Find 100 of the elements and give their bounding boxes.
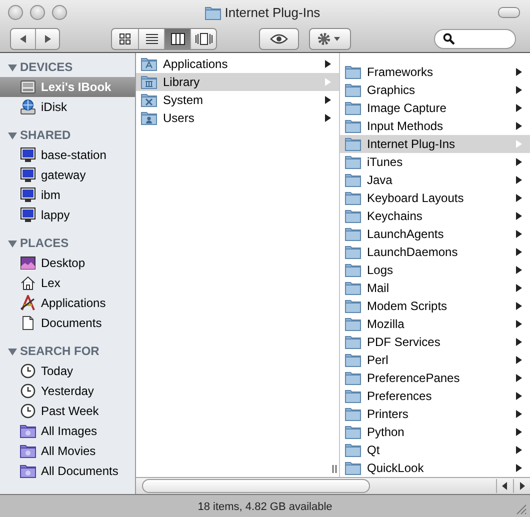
monitor-icon [20, 207, 36, 223]
folder-row[interactable]: PDF Services [340, 333, 530, 351]
folder-icon [345, 173, 361, 187]
folder-row[interactable]: Mozilla [340, 315, 530, 333]
sidebar-item[interactable]: Documents [0, 313, 135, 333]
quick-look-button[interactable] [259, 28, 299, 50]
folder-row[interactable]: Input Methods [340, 117, 530, 135]
folder-row[interactable]: LaunchAgents [340, 225, 530, 243]
sidebar-item[interactable]: Past Week [0, 401, 135, 421]
sidebar-item[interactable]: base-station [0, 145, 135, 165]
column-view-button[interactable] [164, 28, 190, 48]
cover-flow-icon [194, 32, 212, 44]
pencil-ruler-icon [20, 295, 36, 311]
chevron-right-icon [516, 284, 522, 292]
folder-icon [204, 6, 221, 20]
sidebar-item[interactable]: Desktop [0, 253, 135, 273]
chevron-right-icon [516, 320, 522, 328]
folder-icon [345, 191, 361, 205]
minimize-button[interactable] [30, 5, 45, 20]
folder-row[interactable]: Applications [136, 55, 339, 73]
sidebar-item[interactable]: gateway [0, 165, 135, 185]
folder-row[interactable]: LaunchDaemons [340, 243, 530, 261]
folder-row[interactable]: Qt [340, 441, 530, 459]
folder-icon [345, 317, 361, 331]
folder-row[interactable]: Logs [340, 261, 530, 279]
folder-row[interactable]: Keychains [340, 207, 530, 225]
chevron-right-icon [516, 410, 522, 418]
sidebar-item[interactable]: All Documents [0, 461, 135, 481]
chevron-right-icon [516, 428, 522, 436]
sidebar-item[interactable]: iDisk [0, 97, 135, 117]
chevron-right-icon [516, 140, 522, 148]
window-title: Internet Plug-Ins [224, 5, 320, 20]
sidebar-item[interactable]: All Movies [0, 441, 135, 461]
users-folder-icon [141, 111, 157, 125]
section-header: DEVICES [20, 60, 73, 74]
clock-icon [20, 403, 36, 419]
smart-folder-icon [20, 444, 36, 458]
left-triangle-icon [18, 34, 28, 44]
chevron-right-icon [516, 122, 522, 130]
right-triangle-icon [42, 34, 52, 44]
disclosure-triangle-icon[interactable] [8, 238, 17, 248]
monitor-icon [20, 167, 36, 183]
folder-row[interactable]: Preferences [340, 387, 530, 405]
chevron-right-icon [516, 176, 522, 184]
folder-row[interactable]: Java [340, 171, 530, 189]
search-field[interactable] [434, 28, 516, 48]
folder-icon [345, 281, 361, 295]
folder-row[interactable]: Python [340, 423, 530, 441]
close-button[interactable] [8, 5, 23, 20]
sidebar-item[interactable]: Today [0, 361, 135, 381]
sidebar-item[interactable]: ibm [0, 185, 135, 205]
disclosure-triangle-icon[interactable] [8, 346, 17, 356]
sidebar-item[interactable]: lappy [0, 205, 135, 225]
folder-icon [345, 65, 361, 79]
folder-row[interactable]: QuickLook [340, 459, 530, 477]
chevron-right-icon [516, 446, 522, 454]
chevron-right-icon [516, 212, 522, 220]
status-text: 18 items, 4.82 GB available [198, 500, 332, 512]
disclosure-triangle-icon[interactable] [8, 62, 17, 72]
sidebar-item[interactable]: All Images [0, 421, 135, 441]
folder-icon [345, 407, 361, 421]
folder-icon [345, 425, 361, 439]
chevron-right-icon [516, 194, 522, 202]
folder-icon [345, 119, 361, 133]
folder-row[interactable]: Keyboard Layouts [340, 189, 530, 207]
folder-row[interactable]: Library [136, 73, 339, 91]
chevron-right-icon [325, 114, 331, 122]
column-resize-handle[interactable] [332, 465, 337, 473]
chevron-right-icon [516, 248, 522, 256]
folder-row[interactable]: Mail [340, 279, 530, 297]
folder-row[interactable]: System [136, 91, 339, 109]
scroll-thumb[interactable] [142, 479, 370, 493]
chevron-right-icon [516, 392, 522, 400]
sidebar-item[interactable]: Applications [0, 293, 135, 313]
folder-icon [345, 209, 361, 223]
folder-row[interactable]: Internet Plug-Ins [340, 135, 530, 153]
horizontal-scrollbar[interactable] [136, 477, 530, 494]
zoom-button[interactable] [52, 5, 67, 20]
sidebar-item[interactable]: Lex [0, 273, 135, 293]
monitor-icon [20, 187, 36, 203]
folder-row[interactable]: Graphics [340, 81, 530, 99]
folder-row[interactable]: Frameworks [340, 63, 530, 81]
folder-row[interactable]: Image Capture [340, 99, 530, 117]
disclosure-triangle-icon[interactable] [8, 130, 17, 140]
folder-icon [345, 101, 361, 115]
folder-row[interactable]: Perl [340, 351, 530, 369]
sidebar-item[interactable]: Yesterday [0, 381, 135, 401]
folder-row[interactable]: Modem Scripts [340, 297, 530, 315]
folder-icon [345, 83, 361, 97]
folder-row[interactable]: iTunes [340, 153, 530, 171]
folder-row[interactable]: Users [136, 109, 339, 127]
resize-grip-icon[interactable] [516, 504, 527, 515]
chevron-right-icon [516, 104, 522, 112]
hard-drive-icon [20, 79, 36, 95]
toolbar-toggle-button[interactable] [498, 7, 520, 18]
folder-icon [345, 389, 361, 403]
globe-drive-icon [20, 99, 36, 115]
folder-row[interactable]: PreferencePanes [340, 369, 530, 387]
action-menu-button[interactable] [309, 28, 351, 50]
folder-row[interactable]: Printers [340, 405, 530, 423]
